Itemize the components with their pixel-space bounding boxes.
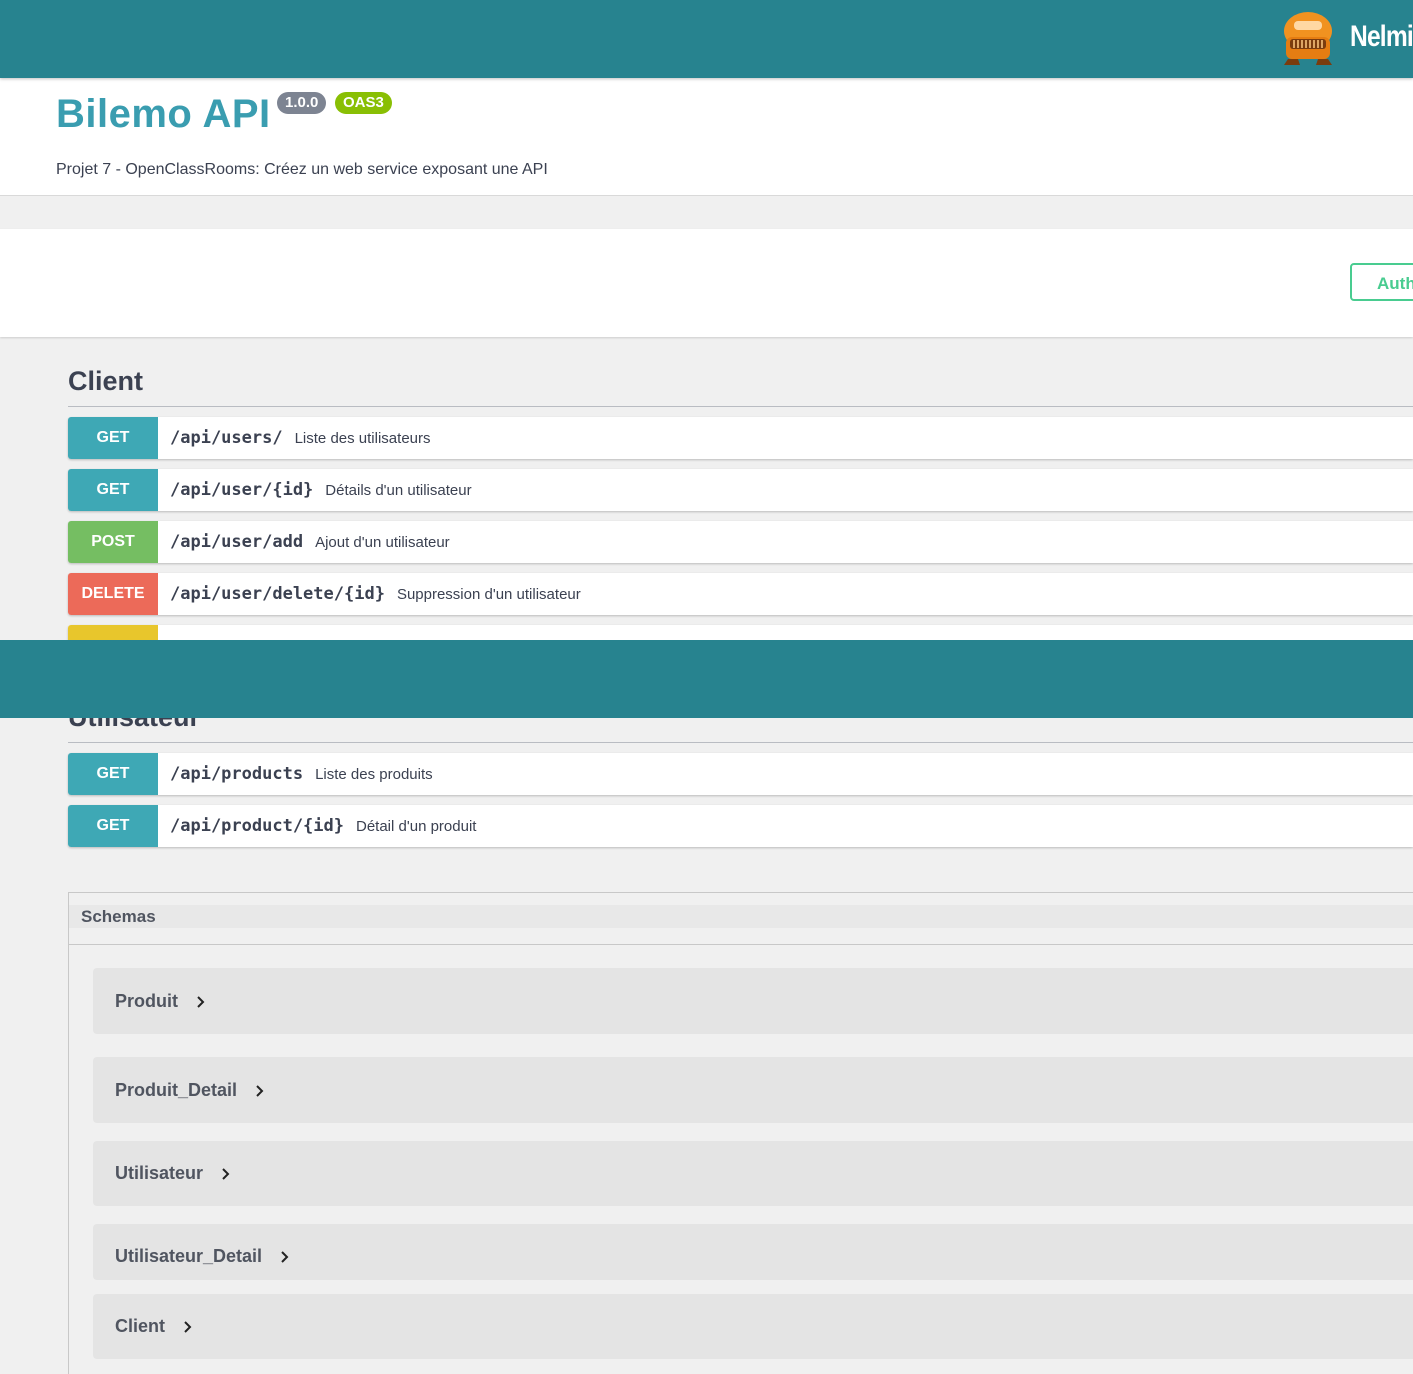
model-utilisateur-detail[interactable]: Utilisateur_Detail <box>93 1224 1413 1280</box>
schemas-header[interactable]: Schemas <box>69 893 1413 945</box>
top-bar: Nelmio <box>0 0 1413 78</box>
tag-divider <box>68 406 1413 407</box>
api-description: Projet 7 - OpenClassRooms: Créez un web … <box>56 161 548 178</box>
chevron-right-icon <box>256 1084 264 1097</box>
chevron-right-icon <box>184 1320 192 1333</box>
version-badge: 1.0.0 <box>277 92 327 114</box>
operation-get-user[interactable]: GET /api/user/{id} Détails d'un utilisat… <box>68 469 1413 511</box>
operation-path: /api/users/ <box>170 428 283 448</box>
scheme-container: Auth <box>0 229 1413 337</box>
model-produit[interactable]: Produit <box>93 968 1413 1034</box>
operation-path: /api/user/add <box>170 532 304 552</box>
operation-summary: Ajout d'un utilisateur <box>315 533 450 551</box>
operation-path: /api/product/{id} <box>170 816 344 836</box>
method-badge: POST <box>68 521 158 563</box>
model-name: Produit_Detail <box>115 1080 238 1100</box>
operation-summary: Détail d'un produit <box>356 817 477 835</box>
operation-path: /api/user/{id} <box>170 480 314 500</box>
operation-path: /api/user/delete/{id} <box>170 584 385 604</box>
brand-name: Nelmio <box>1350 20 1413 53</box>
model-utilisateur[interactable]: Utilisateur <box>93 1141 1413 1206</box>
schemas-section: Schemas Produit Produit_Detail Utilisate… <box>68 892 1413 1374</box>
operation-summary: Liste des produits <box>315 765 433 783</box>
page-title: Bilemo API <box>56 92 271 136</box>
operation-post-user-add[interactable]: POST /api/user/add Ajout d'un utilisateu… <box>68 521 1413 563</box>
chevron-right-icon <box>281 1250 289 1263</box>
authorize-button[interactable]: Auth <box>1350 263 1413 301</box>
model-client[interactable]: Client <box>93 1294 1413 1359</box>
model-produit-detail[interactable]: Produit_Detail <box>93 1057 1413 1123</box>
brand-logo[interactable]: Nelmio <box>1278 8 1413 66</box>
operation-summary: Détails d'un utilisateur <box>325 481 472 499</box>
api-info: Bilemo API 1.0.0 OAS3 Projet 7 - OpenCla… <box>0 78 1413 196</box>
orange-robot-logo-icon <box>1284 12 1332 65</box>
schemas-title: Schemas <box>81 907 156 926</box>
operation-path: /api/products <box>170 764 304 784</box>
model-name: Utilisateur_Detail <box>115 1246 263 1266</box>
oas-badge: OAS3 <box>335 92 392 114</box>
operation-get-users[interactable]: GET /api/users/ Liste des utilisateurs <box>68 417 1413 459</box>
operation-delete-user[interactable]: DELETE /api/user/delete/{id} Suppression… <box>68 573 1413 615</box>
operation-summary: Liste des utilisateurs <box>294 429 431 447</box>
chevron-right-icon <box>197 995 205 1008</box>
model-name: Utilisateur <box>115 1163 204 1183</box>
method-badge: GET <box>68 753 158 795</box>
operation-get-products[interactable]: GET /api/products Liste des produits <box>68 753 1413 795</box>
chevron-right-icon <box>222 1167 230 1180</box>
method-badge: GET <box>68 469 158 511</box>
operation-get-product[interactable]: GET /api/product/{id} Détail d'un produi… <box>68 805 1413 847</box>
operation-summary: Suppression d'un utilisateur <box>396 585 581 603</box>
method-badge: GET <box>68 805 158 847</box>
tag-divider <box>68 742 1413 743</box>
overlay-bar <box>0 640 1413 718</box>
tag-client[interactable]: Client <box>68 366 143 397</box>
method-badge: GET <box>68 417 158 459</box>
method-badge: DELETE <box>68 573 158 615</box>
model-name: Client <box>115 1316 166 1336</box>
model-name: Produit <box>115 991 178 1011</box>
